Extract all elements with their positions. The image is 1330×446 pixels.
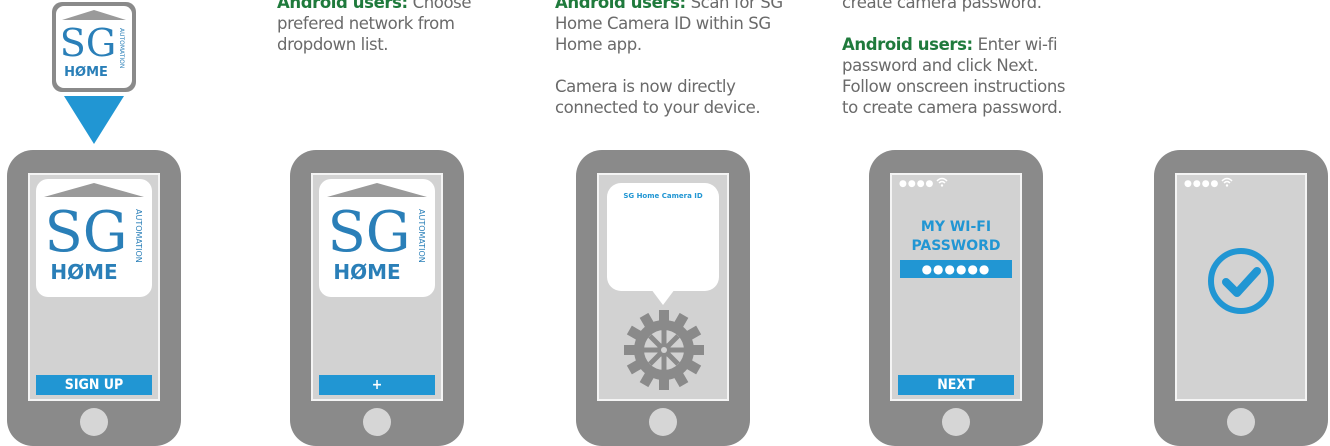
svg-text:HØME: HØME bbox=[333, 260, 400, 284]
sign-up-button[interactable]: SIGN UP bbox=[36, 375, 152, 395]
home-button[interactable] bbox=[942, 408, 970, 436]
android-label: Android users: bbox=[277, 0, 408, 12]
svg-text:HØME: HØME bbox=[64, 65, 108, 80]
add-button[interactable]: + bbox=[319, 375, 435, 395]
svg-text:AUTOMATION: AUTOMATION bbox=[417, 209, 426, 263]
camera-id-label: SG Home Camera ID bbox=[623, 192, 703, 200]
sg-home-logo: SG HØME AUTOMATION bbox=[44, 183, 144, 284]
logo-sg-text: SG bbox=[60, 21, 116, 65]
password-field[interactable]: ●●●●●● bbox=[900, 260, 1012, 278]
sg-home-logo: SG HØME AUTOMATION bbox=[60, 10, 126, 80]
instruction-step2: Android users: Choose prefered network f… bbox=[277, 0, 497, 55]
svg-text:SG: SG bbox=[327, 200, 410, 265]
arrow-down-icon bbox=[64, 96, 124, 144]
phone-screen: ●●●● MY WI-FI PASSWORD ●●●●●● NEXT bbox=[890, 173, 1022, 401]
signal-status: ●●●● bbox=[899, 179, 935, 189]
home-button[interactable] bbox=[1227, 408, 1255, 436]
svg-text:SG: SG bbox=[44, 200, 127, 265]
android-label: Android users: bbox=[842, 35, 973, 54]
sg-home-logo: SG HØME AUTOMATION bbox=[327, 183, 427, 284]
svg-text:HØME: HØME bbox=[50, 260, 117, 284]
phone-screen: SG HØME AUTOMATION SIGN UP bbox=[28, 173, 160, 401]
instruction-step4: create camera password. Android users: E… bbox=[842, 0, 1066, 117]
speech-bubble: SG Home Camera ID bbox=[607, 183, 719, 291]
wifi-title-line1: MY WI-FI bbox=[920, 219, 992, 235]
phone-step2: SG HØME AUTOMATION + bbox=[290, 150, 464, 446]
svg-text:AUTOMATION: AUTOMATION bbox=[118, 28, 125, 68]
wifi-title-line2: PASSWORD bbox=[911, 238, 1001, 254]
next-button[interactable]: NEXT bbox=[898, 375, 1014, 395]
android-label: Android users: bbox=[555, 0, 686, 12]
signal-status: ●●●● bbox=[1184, 179, 1220, 189]
home-button[interactable] bbox=[649, 408, 677, 436]
phone-step1: SG HØME AUTOMATION SIGN UP bbox=[7, 150, 181, 446]
app-logo: SG HØME AUTOMATION bbox=[319, 179, 435, 297]
phone-step5: ●●●● bbox=[1154, 150, 1328, 446]
wifi-icon bbox=[1221, 177, 1233, 187]
phone-screen: SG HØME AUTOMATION + bbox=[311, 173, 443, 401]
phone-step3: SG Home Camera ID bbox=[576, 150, 750, 446]
instruction-step3: Android users: Scan for SG Home Camera I… bbox=[555, 0, 805, 118]
password-dots: ●●●●●● bbox=[921, 262, 991, 276]
home-button[interactable] bbox=[363, 408, 391, 436]
phone-step4: ●●●● MY WI-FI PASSWORD ●●●●●● NEXT bbox=[869, 150, 1043, 446]
gear-icon bbox=[624, 310, 704, 390]
home-button[interactable] bbox=[80, 408, 108, 436]
phone-screen: ●●●● bbox=[1175, 173, 1307, 401]
app-icon[interactable]: SG HØME AUTOMATION bbox=[52, 2, 136, 92]
app-logo: SG HØME AUTOMATION bbox=[36, 179, 152, 297]
phone-screen: SG Home Camera ID bbox=[597, 173, 729, 401]
checkmark-icon bbox=[1208, 248, 1274, 314]
wifi-icon bbox=[936, 177, 948, 187]
bubble-tail bbox=[651, 289, 675, 305]
svg-text:AUTOMATION: AUTOMATION bbox=[134, 209, 143, 263]
